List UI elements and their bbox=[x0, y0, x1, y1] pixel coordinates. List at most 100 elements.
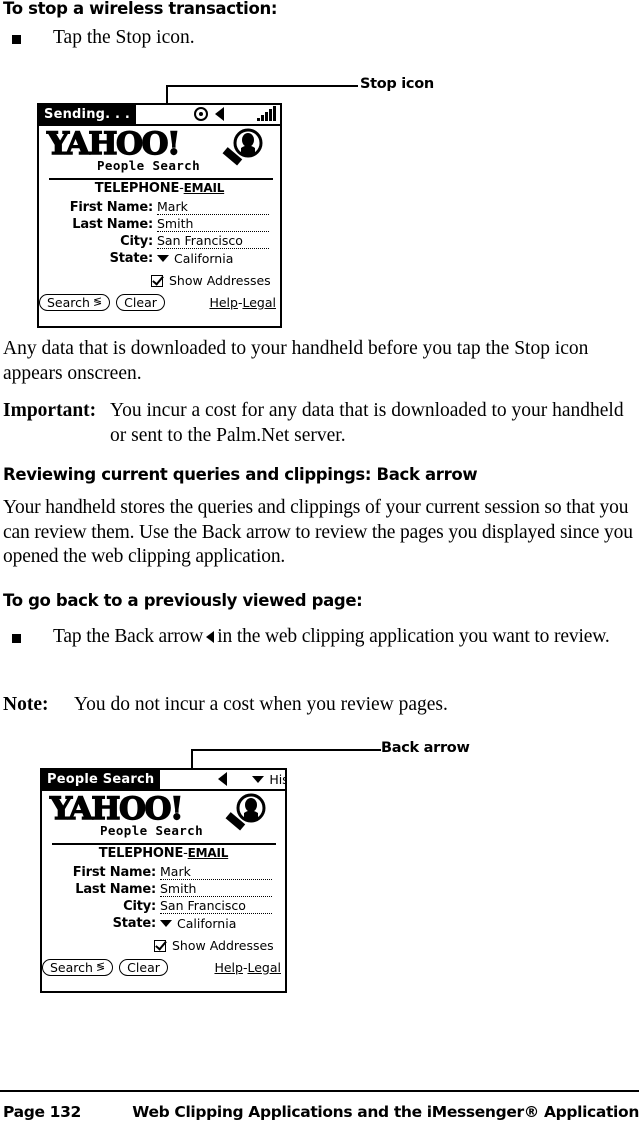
footer-divider bbox=[0, 1090, 639, 1092]
list-item-text-after-arrow: in the web clipping application you want… bbox=[217, 626, 610, 647]
logo-divider bbox=[52, 843, 276, 845]
state-label: State: bbox=[112, 916, 157, 931]
state-value: California bbox=[174, 251, 234, 266]
history-picker[interactable]: History bbox=[252, 772, 285, 787]
footer-links: Help-Legal bbox=[209, 295, 276, 310]
city-field[interactable]: San Francisco bbox=[157, 234, 269, 249]
show-addresses-label: Show Addresses bbox=[169, 273, 271, 288]
form-row-last-name: Last Name: Smith bbox=[44, 882, 272, 899]
search-button[interactable]: Search ≶ bbox=[39, 294, 111, 311]
city-field[interactable]: San Francisco bbox=[160, 899, 272, 914]
back-arrow-icon[interactable] bbox=[218, 772, 228, 786]
heading-stop-transaction: To stop a wireless transaction: bbox=[3, 0, 278, 18]
clear-button-label: Clear bbox=[127, 960, 160, 975]
state-picker[interactable]: California bbox=[160, 916, 272, 931]
first-name-label: First Name: bbox=[72, 865, 156, 880]
back-arrow-icon[interactable] bbox=[215, 107, 225, 121]
magnifying-glass-icon bbox=[222, 128, 263, 166]
checkbox-icon[interactable] bbox=[151, 274, 163, 287]
page-footer: Page 132 Web Clipping Applications and t… bbox=[3, 1103, 639, 1121]
tab-row: TELEPHONE-EMAIL bbox=[42, 846, 285, 861]
palm-button-row: Search ≶ Clear Help-Legal bbox=[42, 959, 285, 976]
first-name-field[interactable]: Mark bbox=[160, 865, 272, 880]
palm-titlebar-icons bbox=[136, 105, 280, 124]
last-name-field[interactable]: Smith bbox=[157, 217, 269, 232]
yahoo-logo-row: YAHOO! People Search bbox=[48, 791, 279, 845]
tab-telephone[interactable]: TELEPHONE bbox=[99, 846, 184, 861]
search-button-label: Search bbox=[50, 960, 93, 975]
form-row-state: State: California bbox=[44, 916, 272, 933]
show-addresses-checkbox-row[interactable]: Show Addresses bbox=[154, 938, 274, 953]
over-the-air-icon: ≶ bbox=[92, 295, 103, 308]
legal-link[interactable]: Legal bbox=[242, 295, 276, 310]
search-button-label: Search bbox=[47, 295, 90, 310]
list-item: Tap the Back arrow in the web clipping ap… bbox=[12, 625, 627, 650]
state-picker[interactable]: California bbox=[157, 251, 269, 266]
legal-link[interactable]: Legal bbox=[247, 960, 281, 975]
form-row-city: City: San Francisco bbox=[41, 234, 269, 251]
palm-title-people-search: People Search bbox=[42, 770, 161, 789]
first-name-label: First Name: bbox=[69, 200, 153, 215]
yahoo-logo-row: YAHOO! People Search bbox=[45, 127, 274, 180]
note-label: Note: bbox=[3, 694, 49, 715]
footer-chapter-title: Web Clipping Applications and the iMesse… bbox=[132, 1103, 639, 1121]
checkbox-icon[interactable] bbox=[154, 939, 166, 952]
important-note: Important: You incur a cost for any data… bbox=[3, 399, 637, 448]
search-button[interactable]: Search ≶ bbox=[42, 959, 114, 976]
list-item: Tap the Stop icon. bbox=[12, 26, 612, 51]
tab-email[interactable]: EMAIL bbox=[188, 846, 229, 860]
stop-icon[interactable] bbox=[194, 107, 209, 121]
form-row-first-name: First Name: Mark bbox=[41, 200, 269, 217]
heading-reviewing-queries: Reviewing current queries and clippings:… bbox=[3, 465, 478, 484]
show-addresses-checkbox-row[interactable]: Show Addresses bbox=[151, 273, 271, 288]
palm-screen-body: YAHOO! People Search TELEPHONE-EMAIL Fir… bbox=[42, 791, 285, 991]
callout-label-stop-icon: Stop icon bbox=[360, 76, 434, 92]
screenshot-people-search: People Search History YAHOO! People Sear… bbox=[40, 768, 287, 993]
city-label: City: bbox=[120, 234, 153, 249]
list-item-text: Tap the Back arrow in the web clipping ap… bbox=[53, 625, 627, 650]
document-page: To stop a wireless transaction: Tap the … bbox=[0, 0, 639, 1131]
tab-email[interactable]: EMAIL bbox=[184, 181, 225, 195]
screenshot-sending: Sending. . . YAHOO! People Search TELEPH… bbox=[37, 103, 282, 328]
footer-links: Help-Legal bbox=[214, 960, 281, 975]
palm-title-sending: Sending. . . bbox=[39, 105, 137, 124]
city-label: City: bbox=[123, 899, 156, 914]
back-arrow-icon bbox=[206, 631, 215, 643]
list-item-text-before-arrow: Tap the Back arrow bbox=[53, 626, 204, 647]
chevron-down-icon bbox=[252, 776, 265, 783]
help-link[interactable]: Help bbox=[209, 295, 238, 310]
list-item-text: Tap the Stop icon. bbox=[53, 27, 195, 48]
state-label: State: bbox=[109, 251, 154, 266]
show-addresses-label: Show Addresses bbox=[172, 938, 274, 953]
last-name-label: Last Name: bbox=[72, 217, 153, 232]
heading-go-back: To go back to a previously viewed page: bbox=[3, 591, 363, 610]
first-name-field[interactable]: Mark bbox=[157, 200, 269, 215]
note-block: Note: You do not incur a cost when you r… bbox=[3, 693, 623, 718]
clear-button-label: Clear bbox=[124, 295, 157, 310]
magnifying-glass-icon bbox=[225, 793, 266, 831]
form-row-first-name: First Name: Mark bbox=[44, 865, 272, 882]
bullet-square-icon bbox=[12, 634, 21, 643]
search-form: First Name: Mark Last Name: Smith City: … bbox=[44, 865, 272, 933]
search-form: First Name: Mark Last Name: Smith City: … bbox=[41, 200, 269, 268]
page-number: Page 132 bbox=[3, 1103, 81, 1121]
palm-titlebar: Sending. . . bbox=[39, 105, 280, 126]
chevron-down-icon bbox=[157, 255, 169, 262]
signal-strength-icon bbox=[257, 106, 276, 121]
tab-row: TELEPHONE-EMAIL bbox=[39, 181, 280, 196]
callout-leader-line-horizontal bbox=[166, 85, 358, 87]
yahoo-subtitle: People Search bbox=[100, 823, 204, 838]
help-link[interactable]: Help bbox=[214, 960, 243, 975]
clear-button[interactable]: Clear bbox=[116, 294, 165, 311]
callout-leader-line-vertical bbox=[191, 749, 193, 770]
tab-telephone[interactable]: TELEPHONE bbox=[95, 181, 180, 196]
form-row-city: City: San Francisco bbox=[44, 899, 272, 916]
form-row-last-name: Last Name: Smith bbox=[41, 217, 269, 234]
clear-button[interactable]: Clear bbox=[119, 959, 168, 976]
paragraph-reviewing: Your handheld stores the queries and cli… bbox=[3, 497, 633, 567]
last-name-label: Last Name: bbox=[75, 882, 156, 897]
yahoo-wordmark: YAHOO! bbox=[49, 791, 184, 827]
chevron-down-icon bbox=[160, 920, 172, 927]
last-name-field[interactable]: Smith bbox=[160, 882, 272, 897]
form-row-state: State: California bbox=[41, 251, 269, 268]
